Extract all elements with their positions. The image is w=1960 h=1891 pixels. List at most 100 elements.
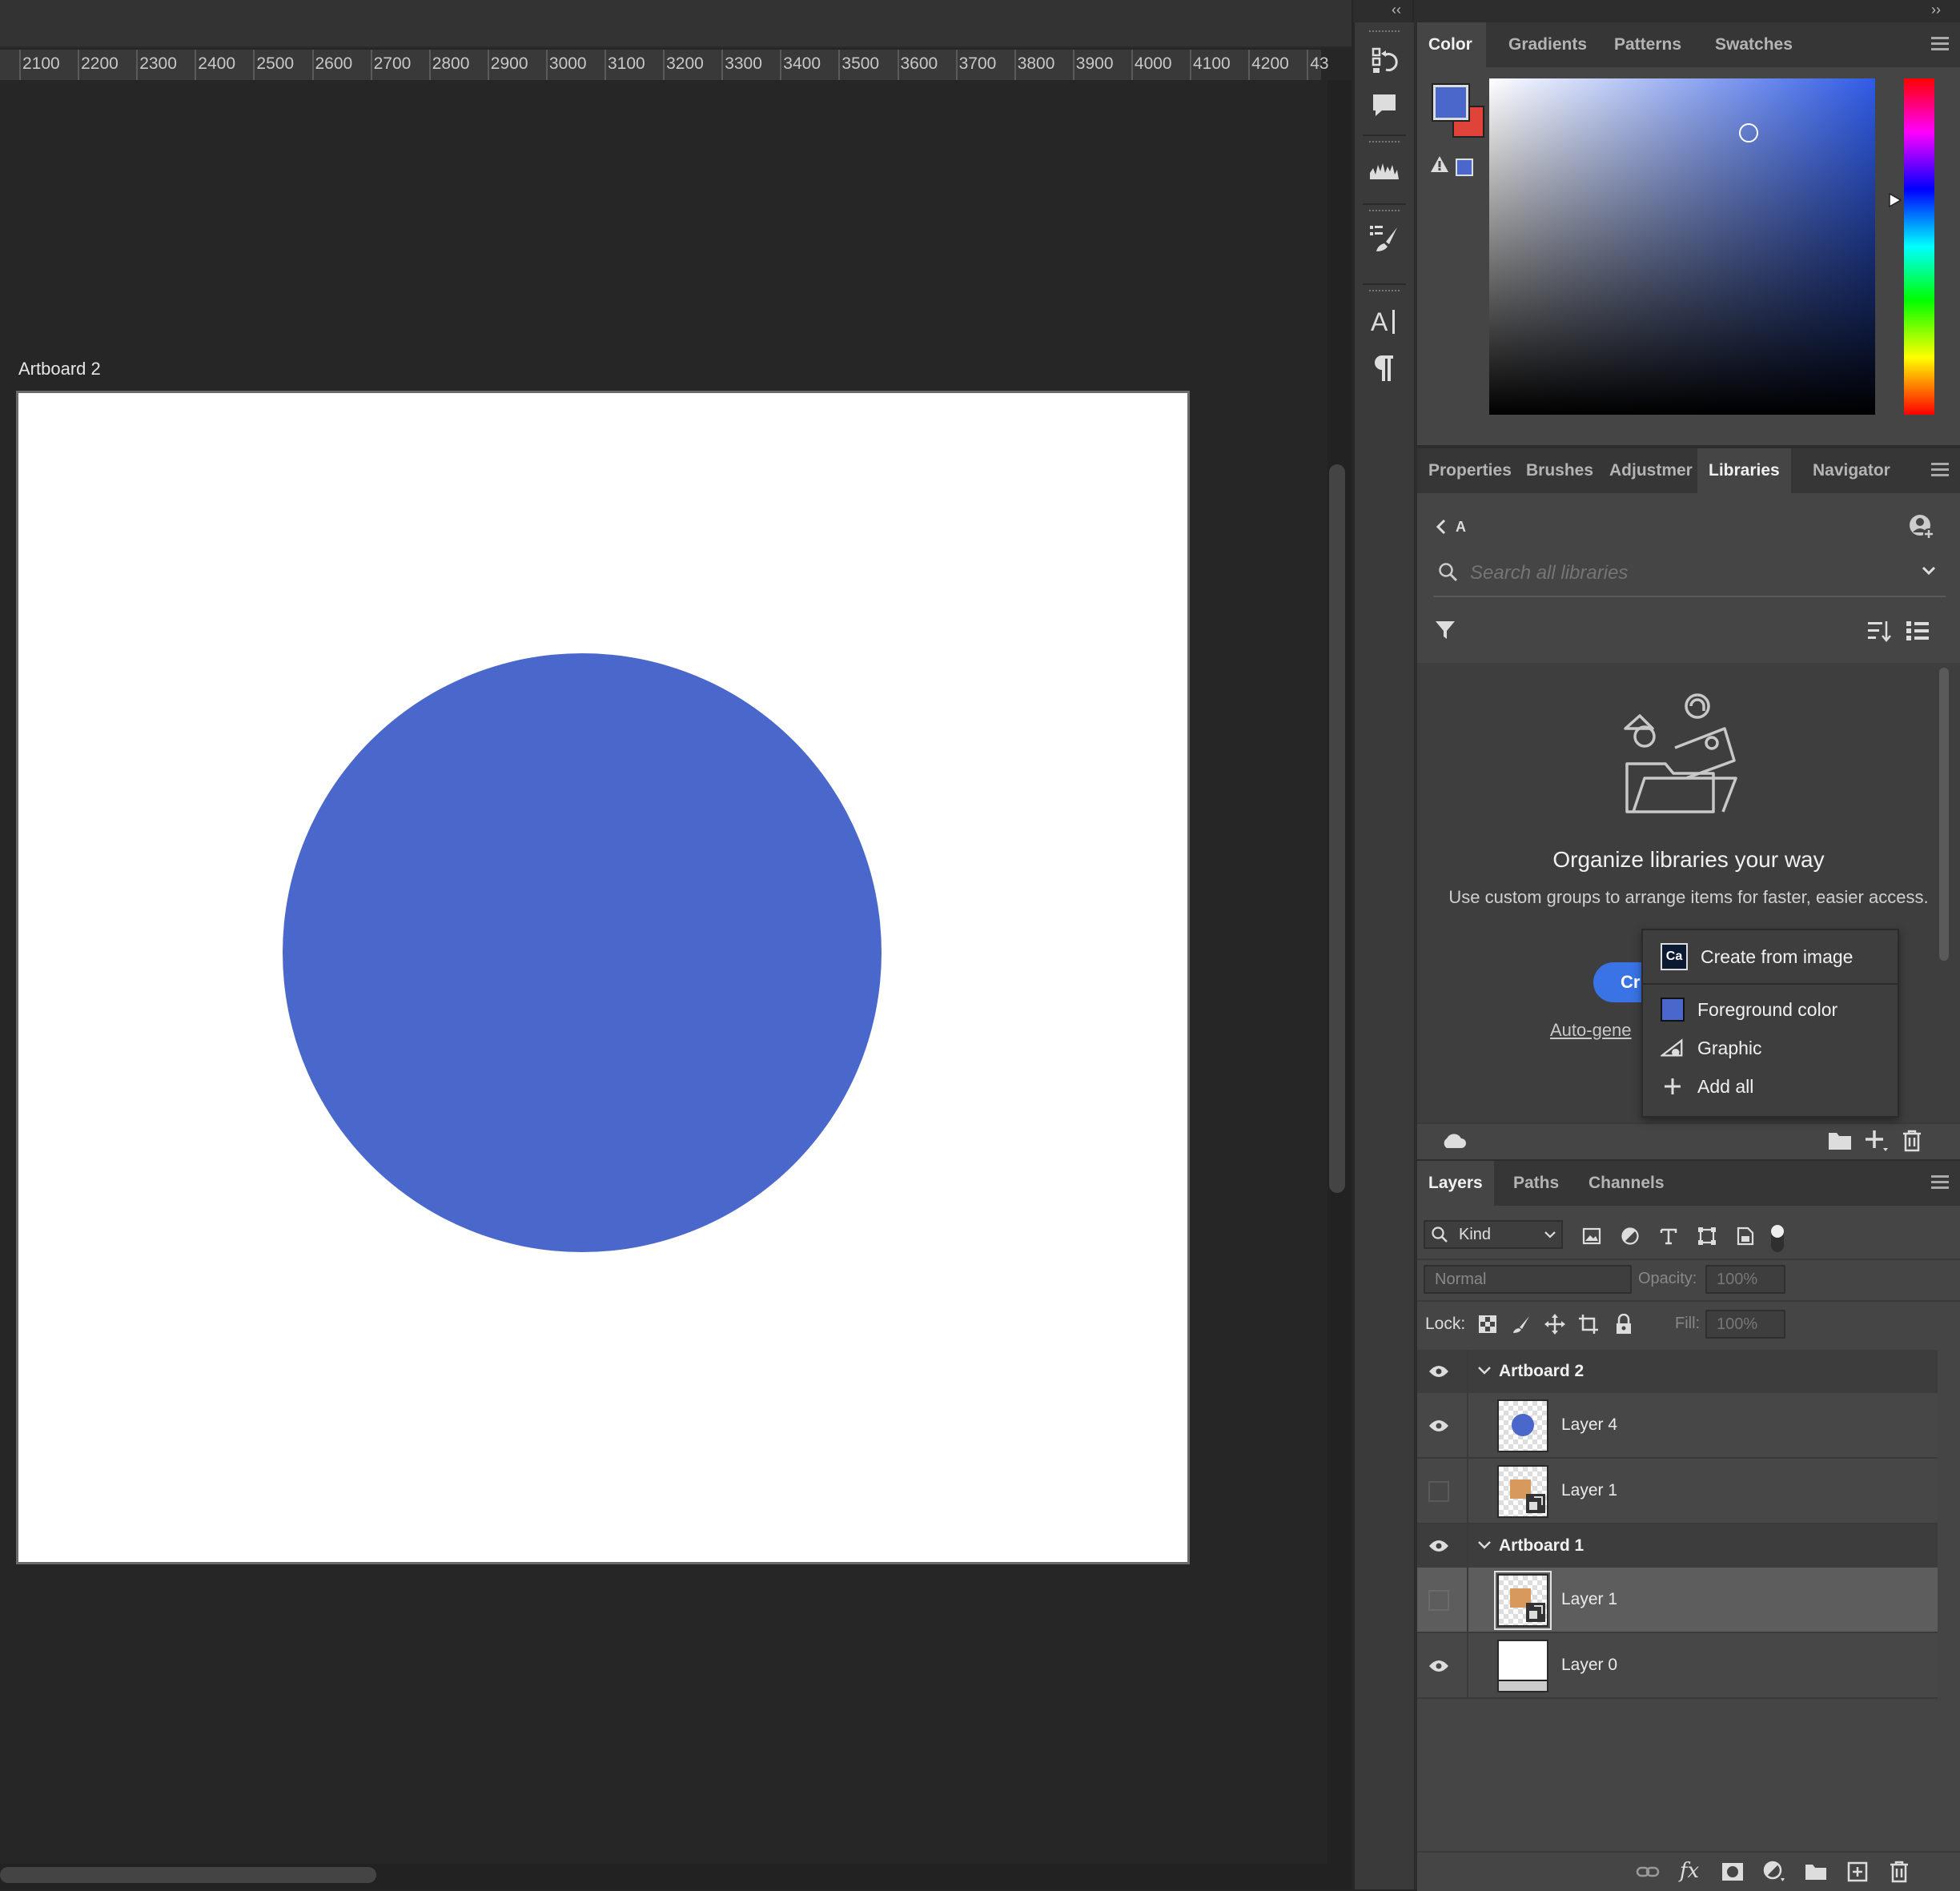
new-group-folder-icon[interactable] bbox=[1825, 1129, 1854, 1153]
lock-all-icon[interactable] bbox=[1611, 1311, 1637, 1337]
paragraph-icon[interactable] bbox=[1366, 349, 1403, 386]
add-element-icon[interactable] bbox=[1862, 1129, 1891, 1153]
pixel-layer-filter-icon[interactable] bbox=[1577, 1222, 1606, 1251]
shape-layer-filter-icon[interactable] bbox=[1693, 1222, 1721, 1251]
fill-input[interactable]: 100% bbox=[1705, 1310, 1785, 1339]
visibility-toggle[interactable] bbox=[1425, 1587, 1452, 1614]
eye-icon[interactable] bbox=[1425, 1412, 1452, 1439]
hue-slider[interactable] bbox=[1904, 78, 1934, 415]
foreground-color-swatch[interactable] bbox=[1432, 83, 1470, 122]
tab-color[interactable]: Color bbox=[1417, 22, 1486, 67]
tab-gradients[interactable]: Gradients bbox=[1497, 22, 1598, 67]
layer-name[interactable]: Layer 0 bbox=[1561, 1656, 1617, 1675]
layer-name[interactable]: Layer 4 bbox=[1561, 1415, 1617, 1435]
layer-thumbnail[interactable] bbox=[1497, 1640, 1548, 1692]
chevron-down-icon[interactable] bbox=[1475, 1361, 1494, 1380]
lock-transparent-pixels-icon[interactable] bbox=[1475, 1311, 1500, 1337]
histogram-icon[interactable] bbox=[1366, 151, 1403, 187]
layer-thumbnail[interactable] bbox=[1497, 1399, 1548, 1452]
menu-item-foreground-color[interactable]: Foreground color bbox=[1643, 991, 1898, 1028]
color-picker-field[interactable] bbox=[1489, 78, 1875, 415]
tab-brushes[interactable]: Brushes bbox=[1515, 448, 1605, 493]
tab-paths[interactable]: Paths bbox=[1502, 1161, 1570, 1206]
gamut-warning-icon[interactable] bbox=[1430, 155, 1449, 173]
group-name[interactable]: Artboard 1 bbox=[1499, 1536, 1584, 1556]
chevron-down-icon[interactable] bbox=[1920, 562, 1938, 580]
invite-people-icon[interactable] bbox=[1907, 512, 1936, 541]
tab-libraries[interactable]: Libraries bbox=[1697, 448, 1791, 493]
libraries-scrollbar[interactable] bbox=[1939, 668, 1949, 961]
layer-thumbnail[interactable] bbox=[1494, 1571, 1552, 1630]
layer-group-artboard-1[interactable]: Artboard 1 bbox=[1417, 1524, 1938, 1569]
layer-effects-fx-icon[interactable]: fx bbox=[1675, 1857, 1704, 1885]
menu-item-graphic[interactable]: Graphic bbox=[1643, 1030, 1898, 1066]
vertical-scroll-thumb[interactable] bbox=[1329, 464, 1345, 1193]
blue-circle-shape[interactable] bbox=[283, 653, 882, 1252]
brush-settings-icon[interactable] bbox=[1366, 219, 1403, 256]
group-name[interactable]: Artboard 2 bbox=[1499, 1362, 1584, 1381]
layer-name[interactable]: Layer 1 bbox=[1561, 1481, 1617, 1500]
menu-item-create-from-image[interactable]: Ca Create from image bbox=[1643, 938, 1898, 975]
link-layers-icon[interactable] bbox=[1633, 1859, 1662, 1885]
adjustment-layer-filter-icon[interactable] bbox=[1616, 1222, 1645, 1251]
layer-row-layer-0[interactable]: Layer 0 bbox=[1417, 1633, 1938, 1699]
layer-row-layer-4[interactable]: Layer 4 bbox=[1417, 1393, 1938, 1459]
color-picker-cursor[interactable] bbox=[1739, 123, 1758, 143]
smart-object-filter-icon[interactable] bbox=[1731, 1222, 1760, 1251]
tab-navigator[interactable]: Navigator bbox=[1801, 448, 1902, 493]
sort-icon[interactable] bbox=[1866, 618, 1893, 644]
eye-icon[interactable] bbox=[1425, 1532, 1452, 1560]
history-icon[interactable] bbox=[1366, 42, 1403, 78]
tab-properties[interactable]: Properties bbox=[1417, 448, 1523, 493]
character-icon[interactable]: A bbox=[1366, 303, 1403, 339]
expand-icon[interactable]: ›› bbox=[1931, 2, 1941, 18]
new-layer-icon[interactable] bbox=[1843, 1859, 1872, 1885]
chevron-down-icon[interactable] bbox=[1542, 1227, 1558, 1243]
panel-menu-icon[interactable] bbox=[1931, 1175, 1949, 1192]
layer-name[interactable]: Layer 1 bbox=[1561, 1590, 1617, 1609]
lock-position-icon[interactable] bbox=[1542, 1311, 1568, 1337]
library-search-input[interactable] bbox=[1468, 556, 1896, 591]
eye-icon[interactable] bbox=[1425, 1652, 1452, 1680]
panel-menu-icon[interactable] bbox=[1931, 463, 1949, 480]
eye-icon[interactable] bbox=[1425, 1358, 1452, 1385]
artboard-label[interactable]: Artboard 2 bbox=[18, 359, 101, 379]
list-view-icon[interactable] bbox=[1904, 618, 1931, 644]
new-adjustment-layer-icon[interactable] bbox=[1760, 1859, 1789, 1885]
horizontal-scroll-thumb[interactable] bbox=[0, 1867, 376, 1883]
tab-swatches[interactable]: Swatches bbox=[1704, 22, 1804, 67]
grip-handle[interactable] bbox=[1369, 290, 1400, 295]
menu-item-add-all[interactable]: Add all bbox=[1643, 1068, 1898, 1105]
panel-menu-icon[interactable] bbox=[1931, 37, 1949, 54]
trash-icon[interactable] bbox=[1898, 1129, 1926, 1153]
blend-mode-select[interactable]: Normal bbox=[1424, 1265, 1632, 1294]
filter-icon[interactable] bbox=[1433, 618, 1457, 642]
cloud-sync-icon[interactable] bbox=[1440, 1129, 1468, 1153]
tab-layers[interactable]: Layers bbox=[1417, 1161, 1494, 1206]
filter-toggle[interactable] bbox=[1771, 1225, 1784, 1252]
lock-artboard-icon[interactable] bbox=[1576, 1311, 1601, 1337]
layer-row-layer-1[interactable]: Layer 1 bbox=[1417, 1459, 1938, 1524]
hue-slider-handle[interactable] bbox=[1888, 192, 1902, 208]
collapse-icon[interactable]: ‹‹ bbox=[1392, 2, 1401, 18]
delete-layer-icon[interactable] bbox=[1885, 1859, 1914, 1885]
visibility-toggle[interactable] bbox=[1425, 1478, 1452, 1505]
chevron-down-icon[interactable] bbox=[1475, 1536, 1494, 1555]
auto-generate-link[interactable]: Auto-gene bbox=[1550, 1020, 1632, 1041]
layer-thumbnail[interactable] bbox=[1497, 1465, 1548, 1518]
library-breadcrumb[interactable]: A bbox=[1456, 519, 1466, 536]
back-chevron-icon[interactable] bbox=[1432, 517, 1451, 536]
grip-handle[interactable] bbox=[1369, 210, 1400, 215]
type-layer-filter-icon[interactable] bbox=[1654, 1222, 1683, 1251]
add-mask-icon[interactable] bbox=[1718, 1859, 1747, 1885]
lock-image-pixels-icon[interactable] bbox=[1508, 1311, 1534, 1337]
layer-group-artboard-2[interactable]: Artboard 2 bbox=[1417, 1350, 1938, 1395]
new-group-icon[interactable] bbox=[1801, 1859, 1830, 1885]
layer-row-layer-1-selected[interactable]: Layer 1 bbox=[1417, 1568, 1938, 1633]
comments-icon[interactable] bbox=[1366, 86, 1403, 123]
tab-channels[interactable]: Channels bbox=[1577, 1161, 1676, 1206]
opacity-input[interactable]: 100% bbox=[1705, 1265, 1785, 1294]
tab-patterns[interactable]: Patterns bbox=[1603, 22, 1693, 67]
grip-handle[interactable] bbox=[1369, 141, 1400, 146]
websafe-color-swatch[interactable] bbox=[1456, 159, 1473, 176]
